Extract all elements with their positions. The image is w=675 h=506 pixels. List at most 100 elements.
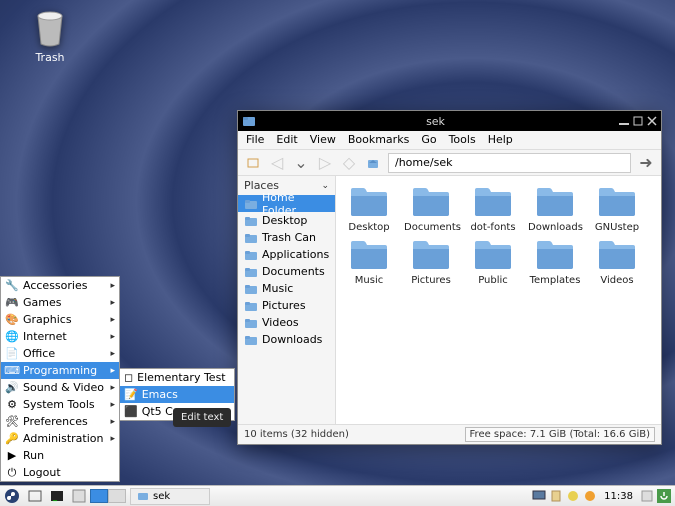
folder-templates[interactable]: Templates [528, 237, 582, 286]
menu-file[interactable]: File [246, 133, 264, 147]
menu-go[interactable]: Go [421, 133, 436, 147]
folder-music[interactable]: Music [342, 237, 396, 286]
submenu-arrow-icon: ▸ [110, 366, 115, 376]
menu-tools[interactable]: Tools [449, 133, 476, 147]
menu-item-programming[interactable]: ⌨Programming▸ [1, 362, 119, 379]
folder-gnustep[interactable]: GNUstep [590, 184, 644, 233]
category-icon: 🛠 [5, 415, 19, 429]
start-button[interactable] [0, 488, 24, 505]
terminal-launcher[interactable]: _ [46, 488, 68, 505]
logout-icon[interactable] [657, 489, 671, 503]
category-icon: 🔧 [5, 279, 19, 293]
taskbar-task[interactable]: sek [130, 488, 210, 505]
menu-item-administration[interactable]: 🔑Administration▸ [1, 430, 119, 447]
places-item-music[interactable]: Music [238, 280, 335, 297]
tray-volume-icon[interactable] [640, 489, 654, 503]
menu-help[interactable]: Help [488, 133, 513, 147]
folder-videos[interactable]: Videos [590, 237, 644, 286]
path-input[interactable] [388, 153, 631, 173]
menu-item-accessories[interactable]: 🔧Accessories▸ [1, 277, 119, 294]
category-icon: 🔑 [5, 432, 19, 446]
category-icon: ⚙ [5, 398, 19, 412]
clock[interactable]: 11:38 [600, 491, 637, 502]
nav-history-button[interactable]: ⌄ [292, 154, 310, 172]
desktop-trash[interactable]: Trash [20, 8, 80, 64]
menu-edit[interactable]: Edit [276, 133, 297, 147]
window-minimize-button[interactable] [619, 116, 629, 126]
status-items: 10 items (32 hidden) [244, 429, 349, 440]
category-icon: ▶ [5, 449, 19, 463]
category-icon: ⏻ [5, 466, 19, 480]
place-icon [244, 316, 258, 330]
menu-item-run[interactable]: ▶Run [1, 447, 119, 464]
places-item-downloads[interactable]: Downloads [238, 331, 335, 348]
show-desktop-button[interactable] [24, 488, 46, 505]
nav-up-button[interactable]: ◇ [340, 154, 358, 172]
places-item-home-folder[interactable]: Home Folder [238, 195, 335, 212]
category-icon: 🎮 [5, 296, 19, 310]
window-titlebar[interactable]: sek [238, 111, 661, 131]
category-icon: 📄 [5, 347, 19, 361]
places-item-documents[interactable]: Documents [238, 263, 335, 280]
folder-icon [348, 237, 390, 273]
places-item-trash-can[interactable]: Trash Can [238, 229, 335, 246]
tray-display-icon[interactable] [532, 489, 546, 503]
category-icon: 🔊 [5, 381, 19, 395]
tray-network-icon[interactable] [566, 489, 580, 503]
place-icon [244, 299, 258, 313]
workspace-1[interactable] [90, 489, 108, 503]
window-close-button[interactable] [647, 116, 657, 126]
places-item-pictures[interactable]: Pictures [238, 297, 335, 314]
menu-item-sound-video[interactable]: 🔊Sound & Video▸ [1, 379, 119, 396]
places-item-videos[interactable]: Videos [238, 314, 335, 331]
place-icon [244, 333, 258, 347]
trash-icon [30, 8, 70, 48]
window-maximize-button[interactable] [633, 116, 643, 126]
path-go-button[interactable]: ➜ [637, 154, 655, 172]
category-icon: 🎨 [5, 313, 19, 327]
taskbar: _ sek 11:38 [0, 485, 675, 506]
tray-updates-icon[interactable] [583, 489, 597, 503]
menu-item-system-tools[interactable]: ⚙System Tools▸ [1, 396, 119, 413]
submenu-item-emacs[interactable]: 📝Emacs [120, 386, 234, 403]
new-tab-button[interactable] [244, 154, 262, 172]
window-app-icon [242, 114, 256, 128]
menu-item-games[interactable]: 🎮Games▸ [1, 294, 119, 311]
tray-clipboard-icon[interactable] [549, 489, 563, 503]
submenu-item-elementary-test[interactable]: ◻Elementary Test [120, 369, 234, 386]
place-icon [244, 197, 258, 211]
workspace-2[interactable] [108, 489, 126, 503]
menu-item-preferences[interactable]: 🛠Preferences▸ [1, 413, 119, 430]
status-free-space: Free space: 7.1 GiB (Total: 16.6 GiB) [465, 427, 655, 442]
folder-icon [534, 237, 576, 273]
folder-downloads[interactable]: Downloads [528, 184, 582, 233]
folder-icon [137, 490, 149, 502]
menu-bookmarks[interactable]: Bookmarks [348, 133, 409, 147]
folder-icon [596, 184, 638, 220]
folder-icon [348, 184, 390, 220]
folder-view[interactable]: DesktopDocumentsdot-fontsDownloadsGNUste… [336, 176, 661, 424]
folder-icon [472, 237, 514, 273]
submenu-arrow-icon: ▸ [110, 417, 115, 427]
folder-pictures[interactable]: Pictures [404, 237, 458, 286]
place-icon [244, 282, 258, 296]
place-icon [244, 231, 258, 245]
file-manager-launcher[interactable] [68, 488, 90, 505]
menu-item-office[interactable]: 📄Office▸ [1, 345, 119, 362]
menu-item-graphics[interactable]: 🎨Graphics▸ [1, 311, 119, 328]
fedora-icon [4, 488, 20, 504]
menu-item-internet[interactable]: 🌐Internet▸ [1, 328, 119, 345]
nav-home-button[interactable] [364, 154, 382, 172]
place-icon [244, 265, 258, 279]
menu-item-logout[interactable]: ⏻Logout [1, 464, 119, 481]
nav-forward-button[interactable]: ▷ [316, 154, 334, 172]
submenu-arrow-icon: ▸ [110, 315, 115, 325]
nav-back-button[interactable]: ◁ [268, 154, 286, 172]
folder-desktop[interactable]: Desktop [342, 184, 396, 233]
places-item-applications[interactable]: Applications [238, 246, 335, 263]
folder-dot-fonts[interactable]: dot-fonts [466, 184, 520, 233]
submenu-arrow-icon: ▸ [110, 383, 115, 393]
menu-view[interactable]: View [310, 133, 336, 147]
folder-documents[interactable]: Documents [404, 184, 458, 233]
folder-public[interactable]: Public [466, 237, 520, 286]
